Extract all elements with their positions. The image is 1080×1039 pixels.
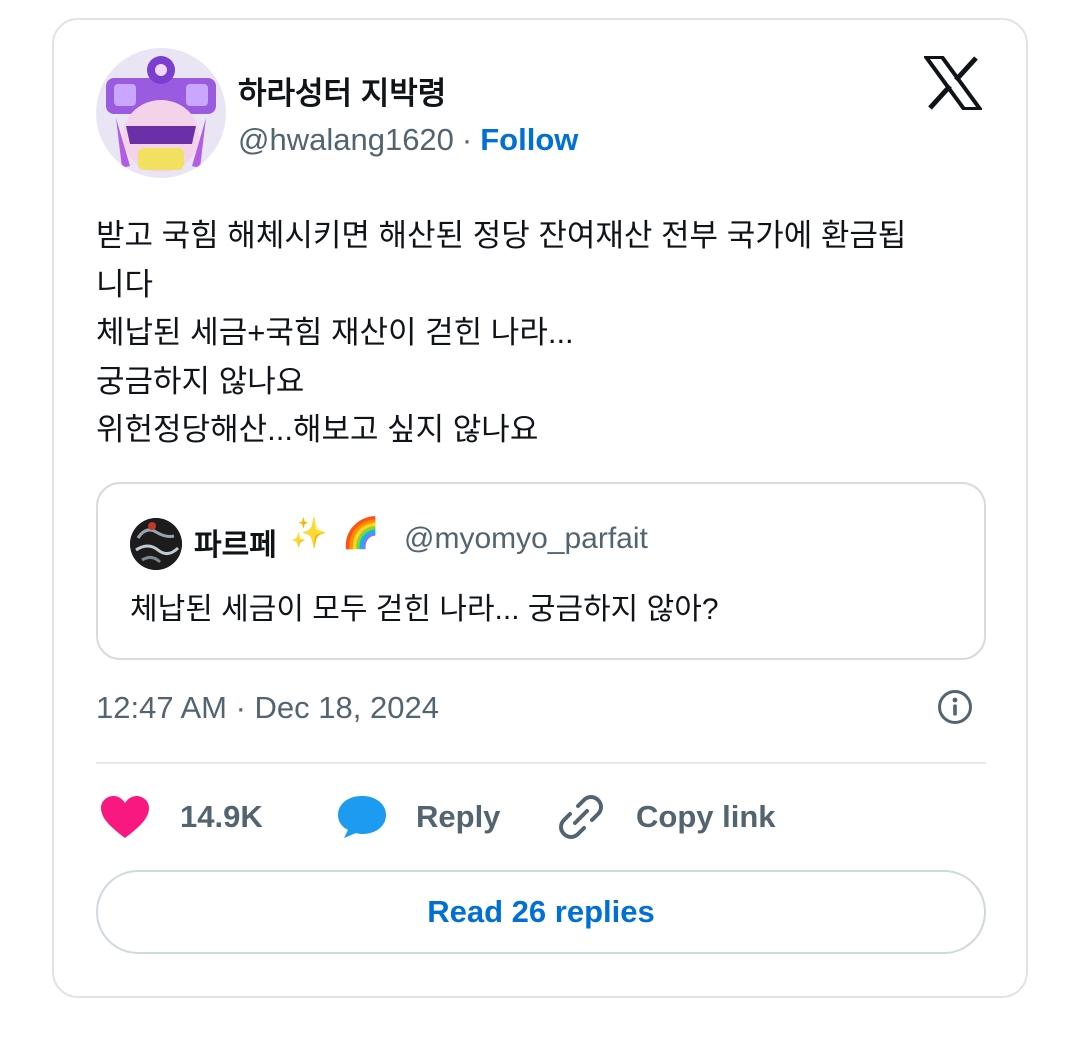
divider <box>96 762 986 764</box>
read-replies-button[interactable]: Read 26 replies <box>96 870 986 954</box>
x-logo-icon[interactable] <box>922 55 984 111</box>
like-button[interactable]: 14.9K <box>100 794 263 840</box>
tweet-text-line: 궁금하지 않나요 <box>96 363 305 399</box>
separator-dot: · <box>461 122 473 157</box>
quoted-tweet-text: 체납된 세금이 모두 걷힌 나라... 궁금하지 않아? <box>130 593 719 626</box>
tweet-text-line: 받고 국힘 해체시키면 해산된 정당 잔여재산 전부 국가에 환금됩 <box>96 218 907 253</box>
link-icon <box>556 792 606 842</box>
tweet-text-line: 위헌정당해산...해보고 싶지 않나요 <box>96 412 539 447</box>
author-avatar[interactable] <box>96 48 226 178</box>
reply-bubble-icon <box>336 794 388 840</box>
tweet-text: 받고 국힘 해체시키면 해산된 정당 잔여재산 전부 국가에 환금됩 니다 체납… <box>96 212 976 455</box>
quoted-author-handle[interactable]: @myomyo_parfait <box>404 522 648 556</box>
author-handle[interactable]: @hwalang1620 <box>238 122 454 157</box>
copy-link-button[interactable]: Copy link <box>556 794 776 840</box>
author-name[interactable]: 하라성터 지박령 <box>238 68 446 113</box>
tweet-timestamp[interactable]: 12:47 AM · Dec 18, 2024 <box>96 690 439 726</box>
info-icon[interactable] <box>936 688 974 726</box>
reply-label: Reply <box>416 799 501 834</box>
rainbow-emoji: 🌈 <box>342 517 380 550</box>
tweet-text-line: 체납된 세금+국힘 재산이 걷힌 나라... <box>96 315 574 350</box>
sparkles-emoji: ✨ <box>290 517 328 550</box>
quoted-author-name[interactable]: 파르페 <box>194 520 277 564</box>
follow-button[interactable]: Follow <box>480 122 578 157</box>
author-handle-row: @hwalang1620 · Follow <box>238 122 578 158</box>
copy-link-label: Copy link <box>636 799 776 834</box>
reply-button[interactable]: Reply <box>336 794 500 840</box>
quoted-tweet[interactable]: 파르페 ✨ 🌈 @myomyo_parfait 체납된 세금이 모두 걷힌 나라… <box>96 482 986 660</box>
tweet-text-line: 니다 <box>96 266 154 302</box>
quoted-author-avatar[interactable] <box>130 518 182 570</box>
like-count: 14.9K <box>180 799 263 834</box>
heart-icon <box>100 795 150 839</box>
